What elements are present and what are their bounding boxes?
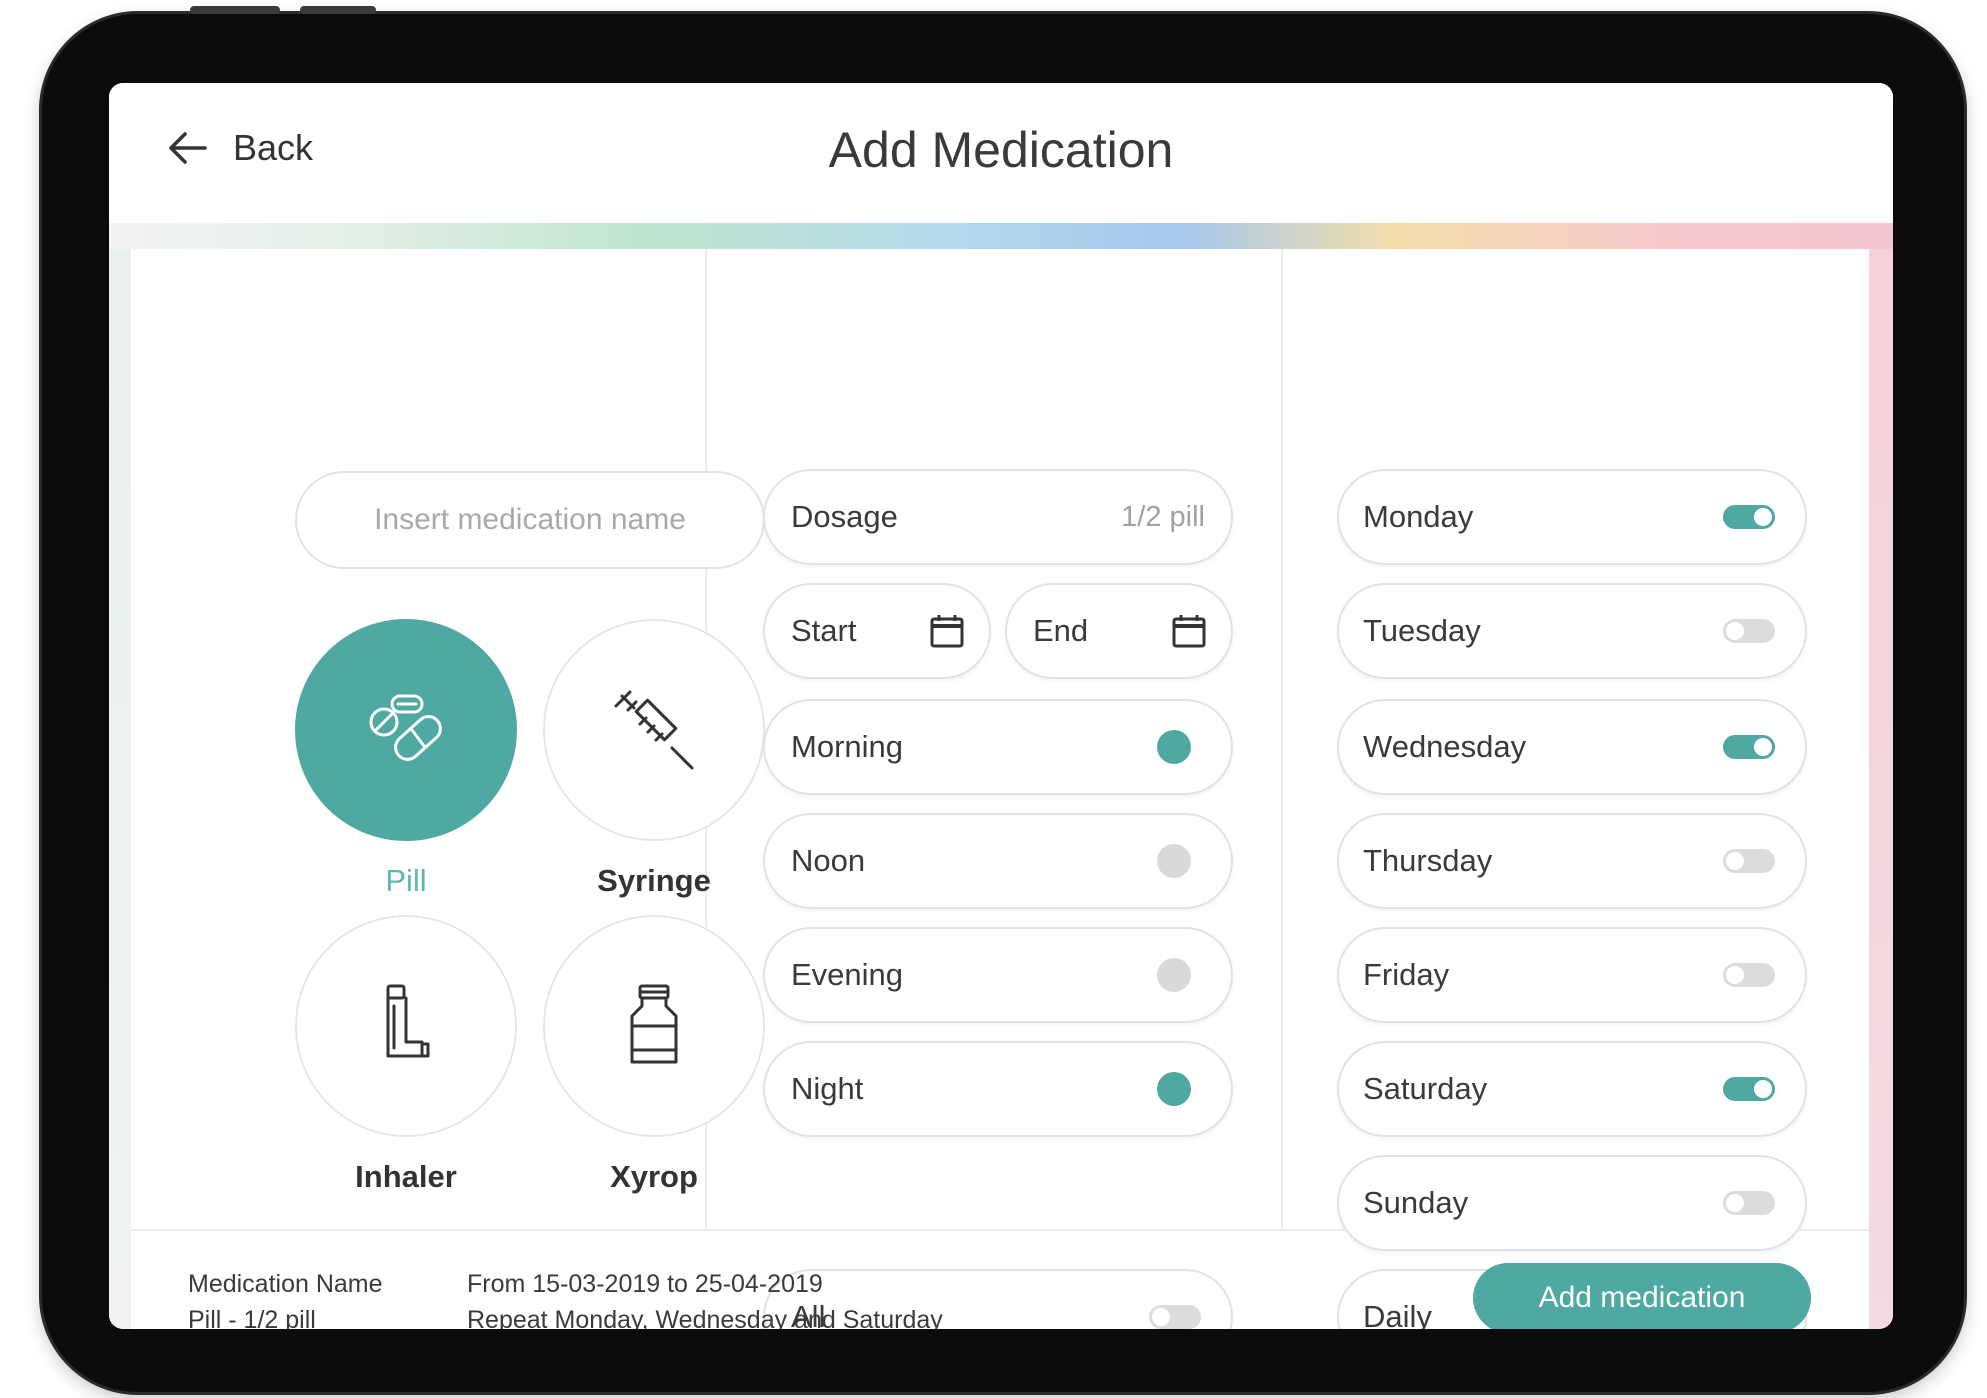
type-circle <box>543 619 765 841</box>
day-label: Sunday <box>1363 1185 1469 1220</box>
type-option-inhaler[interactable]: Inhaler <box>295 915 517 1195</box>
calendar-icon <box>1172 615 1206 648</box>
time-label: Noon <box>791 843 866 878</box>
time-label: Morning <box>791 729 903 764</box>
day-toggle[interactable] <box>1723 619 1775 643</box>
toggle-knob <box>1754 1080 1772 1098</box>
day-toggle[interactable] <box>1723 505 1775 529</box>
time-row-noon[interactable]: Noon <box>763 813 1233 909</box>
header: Back Add Medication <box>109 83 1893 223</box>
summary-left: Medication Name Pill - 1/2 pill <box>188 1266 383 1329</box>
type-circle <box>295 915 517 1137</box>
day-row-saturday[interactable]: Saturday <box>1337 1041 1807 1137</box>
summary-type: Pill - 1/2 pill <box>188 1306 316 1329</box>
type-circle <box>295 619 517 841</box>
day-label: Friday <box>1363 957 1450 992</box>
time-row-night[interactable]: Night <box>763 1041 1233 1137</box>
time-row-evening[interactable]: Evening <box>763 927 1233 1023</box>
toggle-knob <box>1726 1194 1744 1212</box>
clock-icon <box>1157 1072 1191 1106</box>
dosage-value: 1/2 pill <box>1121 500 1205 533</box>
summary-name: Medication Name <box>188 1270 383 1298</box>
day-toggle[interactable] <box>1723 963 1775 987</box>
column-divider-2 <box>1281 249 1283 1229</box>
dosage-label: Dosage <box>791 499 898 534</box>
day-row-monday[interactable]: Monday <box>1337 469 1807 565</box>
device-top-button-2 <box>300 6 376 14</box>
toggle-knob <box>1754 508 1772 526</box>
time-row-morning[interactable]: Morning <box>763 699 1233 795</box>
type-option-xyrop[interactable]: Xyrop <box>543 915 765 1195</box>
day-toggle[interactable] <box>1723 735 1775 759</box>
start-date-label: Start <box>791 613 857 648</box>
day-label: Thursday <box>1363 843 1493 878</box>
all-toggle[interactable] <box>1149 1305 1201 1329</box>
day-toggle[interactable] <box>1723 849 1775 873</box>
day-row-sunday[interactable]: Sunday <box>1337 1155 1807 1251</box>
type-label-xyrop: Xyrop <box>610 1159 698 1194</box>
type-label-syringe: Syringe <box>597 863 711 898</box>
gradient-divider <box>109 223 1893 249</box>
day-toggle[interactable] <box>1723 1077 1775 1101</box>
type-label-pill: Pill <box>385 863 427 898</box>
clock-icon <box>1157 730 1191 764</box>
device-top-button <box>190 6 280 14</box>
day-row-friday[interactable]: Friday <box>1337 927 1807 1023</box>
type-label-inhaler: Inhaler <box>355 1159 457 1194</box>
syrup-bottle-icon <box>630 984 678 1064</box>
clock-icon <box>1157 958 1191 992</box>
day-row-thursday[interactable]: Thursday <box>1337 813 1807 909</box>
add-medication-button[interactable]: Add medication <box>1473 1263 1811 1329</box>
end-date-field[interactable]: End <box>1005 583 1233 679</box>
day-label: Monday <box>1363 499 1474 534</box>
day-label: Saturday <box>1363 1071 1488 1106</box>
toggle-knob <box>1726 852 1744 870</box>
time-label: Evening <box>791 957 904 992</box>
type-option-pill[interactable]: Pill <box>295 619 517 899</box>
day-row-tuesday[interactable]: Tuesday <box>1337 583 1807 679</box>
toggle-knob <box>1726 622 1744 640</box>
toggle-knob <box>1726 966 1744 984</box>
inhaler-icon <box>386 984 430 1058</box>
summary-repeat: Repeat Monday, Wednesday and Saturday <box>467 1306 943 1329</box>
start-date-field[interactable]: Start <box>763 583 991 679</box>
toggle-knob <box>1152 1308 1170 1326</box>
app-screen: Back Add Medication Insert medication na… <box>109 83 1893 1329</box>
day-toggle[interactable] <box>1723 1191 1775 1215</box>
day-label: Tuesday <box>1363 613 1481 648</box>
syringe-icon <box>614 690 694 770</box>
type-option-syringe[interactable]: Syringe <box>543 619 765 899</box>
type-circle <box>543 915 765 1137</box>
medication-name-input[interactable] <box>295 471 765 569</box>
page-title: Add Medication <box>828 122 1174 178</box>
time-label: Night <box>791 1071 864 1106</box>
day-label: Wednesday <box>1363 729 1527 764</box>
pill-icon <box>369 694 442 761</box>
calendar-icon <box>930 615 964 648</box>
toggle-knob <box>1754 738 1772 756</box>
summary-right: From 15-03-2019 to 25-04-2019 Repeat Mon… <box>467 1266 943 1329</box>
end-date-label: End <box>1033 613 1089 648</box>
day-label: Daily <box>1363 1299 1432 1329</box>
day-row-wednesday[interactable]: Wednesday <box>1337 699 1807 795</box>
summary-dates: From 15-03-2019 to 25-04-2019 <box>467 1270 823 1298</box>
dosage-field[interactable]: Dosage 1/2 pill <box>763 469 1233 565</box>
left-gradient-edge <box>109 249 131 1329</box>
clock-icon <box>1157 844 1191 878</box>
form-panel: Pill Syringe <box>131 249 1869 1329</box>
right-gradient-edge <box>1869 249 1893 1329</box>
